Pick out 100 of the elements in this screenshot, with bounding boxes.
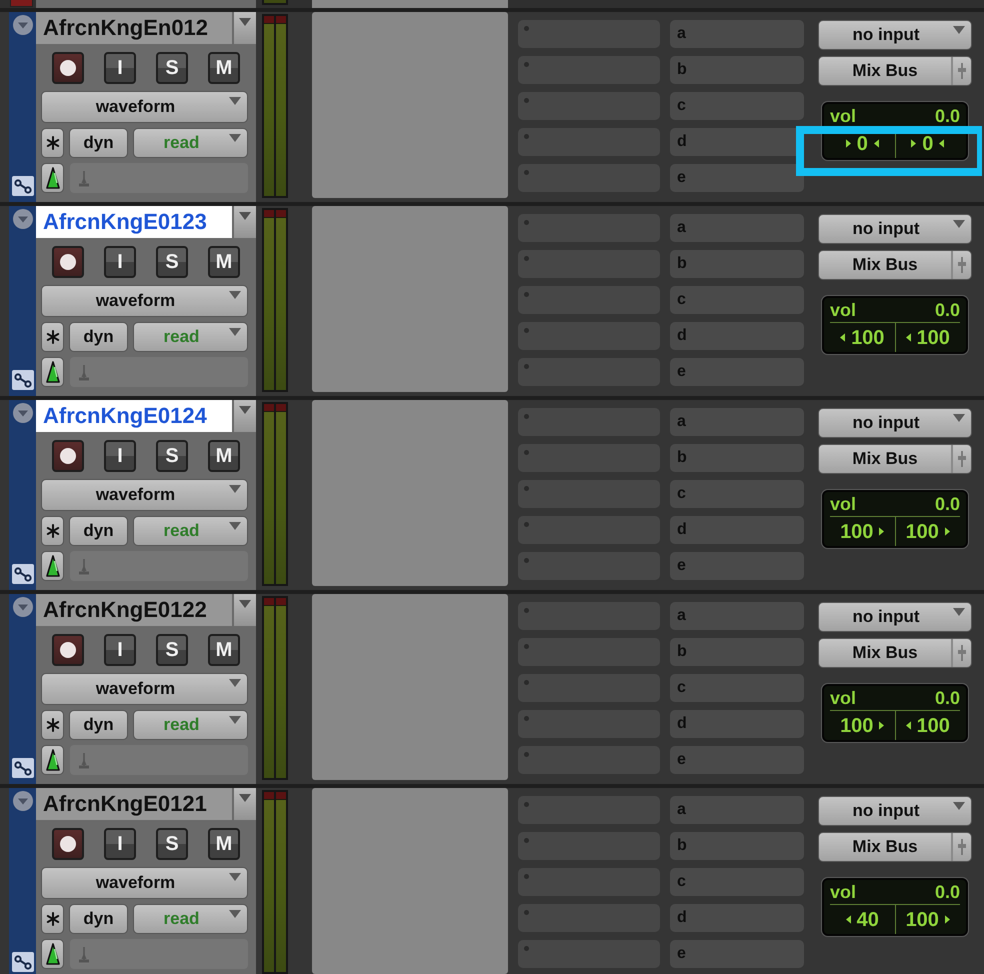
asterisk-button[interactable]: [41, 904, 64, 934]
disclosure-icon[interactable]: [12, 597, 32, 617]
insert-slot[interactable]: [518, 128, 660, 156]
insert-slot[interactable]: [518, 868, 660, 896]
toggle-button[interactable]: dyn: [69, 904, 128, 934]
output-button[interactable]: Mix Bus: [818, 444, 972, 474]
track-name-field[interactable]: AfrcnKngE0123: [36, 206, 232, 238]
volume-value[interactable]: 0.0: [934, 492, 960, 516]
pan-control[interactable]: 100: [830, 323, 894, 352]
track-menu-button[interactable]: [234, 594, 256, 626]
pan-control[interactable]: 100: [894, 711, 960, 740]
volume-value[interactable]: 0.0: [934, 298, 960, 322]
link-icon[interactable]: [12, 564, 34, 584]
record-button[interactable]: [52, 52, 84, 84]
disclosure-icon[interactable]: [12, 209, 32, 229]
insert-slot[interactable]: [518, 552, 660, 580]
toggle-button[interactable]: dyn: [69, 128, 128, 158]
blank-field[interactable]: [70, 163, 248, 193]
record-button[interactable]: [52, 634, 84, 666]
track-menu-button[interactable]: [234, 12, 256, 44]
solo-button[interactable]: S: [156, 828, 188, 860]
record-button[interactable]: [52, 440, 84, 472]
view-dropdown[interactable]: waveform: [41, 867, 248, 899]
input-dropdown[interactable]: no input: [818, 20, 972, 50]
insert-slot[interactable]: [518, 674, 660, 702]
link-icon[interactable]: [12, 758, 34, 778]
insert-slot[interactable]: [518, 746, 660, 774]
record-button[interactable]: [52, 246, 84, 278]
pan-control[interactable]: 100: [894, 323, 960, 352]
toggle-button[interactable]: dyn: [69, 322, 128, 352]
input-monitor-button[interactable]: I: [104, 246, 136, 278]
disclosure-icon[interactable]: [12, 791, 32, 811]
insert-slot[interactable]: [518, 322, 660, 350]
pan-control[interactable]: 40: [830, 905, 894, 934]
insert-slot[interactable]: [518, 286, 660, 314]
insert-slot[interactable]: [518, 56, 660, 84]
input-monitor-button[interactable]: I: [104, 440, 136, 472]
output-button[interactable]: Mix Bus: [818, 56, 972, 86]
track-menu-button[interactable]: [234, 400, 256, 432]
toggle-button[interactable]: dyn: [69, 516, 128, 546]
track-name-field[interactable]: AfrcnKngE0124: [36, 400, 232, 432]
disclosure-icon[interactable]: [12, 15, 32, 35]
input-dropdown[interactable]: no input: [818, 602, 972, 632]
insert-slot[interactable]: [518, 638, 660, 666]
view-dropdown[interactable]: waveform: [41, 91, 248, 123]
timebase-button[interactable]: [41, 357, 64, 387]
input-dropdown[interactable]: no input: [818, 408, 972, 438]
timebase-button[interactable]: [41, 745, 64, 775]
solo-button[interactable]: S: [156, 246, 188, 278]
insert-slot[interactable]: [518, 602, 660, 630]
track-name-field[interactable]: AfrcnKngEn012: [36, 12, 232, 44]
input-monitor-button[interactable]: I: [104, 52, 136, 84]
insert-slot[interactable]: [518, 214, 660, 242]
link-icon[interactable]: [12, 952, 34, 972]
solo-button[interactable]: S: [156, 52, 188, 84]
link-icon[interactable]: [12, 176, 34, 196]
track-name-field[interactable]: AfrcnKngE0121: [36, 788, 232, 820]
insert-slot[interactable]: [518, 92, 660, 120]
link-icon[interactable]: [12, 370, 34, 390]
volume-value[interactable]: 0.0: [934, 104, 960, 128]
output-button[interactable]: Mix Bus: [818, 638, 972, 668]
insert-slot[interactable]: [518, 20, 660, 48]
input-dropdown[interactable]: no input: [818, 214, 972, 244]
pan-control[interactable]: 0: [830, 129, 894, 158]
blank-field[interactable]: [70, 357, 248, 387]
blank-field[interactable]: [70, 939, 248, 969]
insert-slot[interactable]: [518, 940, 660, 968]
output-button[interactable]: Mix Bus: [818, 832, 972, 862]
solo-button[interactable]: S: [156, 440, 188, 472]
insert-slot[interactable]: [518, 710, 660, 738]
insert-slot[interactable]: [518, 164, 660, 192]
track-menu-button[interactable]: [234, 206, 256, 238]
track-menu-button[interactable]: [234, 788, 256, 820]
blank-field[interactable]: [70, 551, 248, 581]
cut-off-button[interactable]: [10, 0, 33, 7]
mute-button[interactable]: M: [208, 828, 240, 860]
insert-slot[interactable]: [518, 358, 660, 386]
record-button[interactable]: [52, 828, 84, 860]
asterisk-button[interactable]: [41, 710, 64, 740]
blank-field[interactable]: [70, 745, 248, 775]
insert-slot[interactable]: [518, 516, 660, 544]
input-monitor-button[interactable]: I: [104, 634, 136, 666]
volume-value[interactable]: 0.0: [934, 880, 960, 904]
timebase-button[interactable]: [41, 551, 64, 581]
mute-button[interactable]: M: [208, 246, 240, 278]
insert-slot[interactable]: [518, 408, 660, 436]
mute-button[interactable]: M: [208, 440, 240, 472]
volume-value[interactable]: 0.0: [934, 686, 960, 710]
mute-button[interactable]: M: [208, 634, 240, 666]
track-name-field[interactable]: AfrcnKngE0122: [36, 594, 232, 626]
pan-control[interactable]: 100: [830, 517, 894, 546]
toggle-button[interactable]: dyn: [69, 710, 128, 740]
disclosure-icon[interactable]: [12, 403, 32, 423]
asterisk-button[interactable]: [41, 322, 64, 352]
insert-slot[interactable]: [518, 832, 660, 860]
input-monitor-button[interactable]: I: [104, 828, 136, 860]
insert-slot[interactable]: [518, 796, 660, 824]
insert-slot[interactable]: [518, 480, 660, 508]
view-dropdown[interactable]: waveform: [41, 285, 248, 317]
output-button[interactable]: Mix Bus: [818, 250, 972, 280]
